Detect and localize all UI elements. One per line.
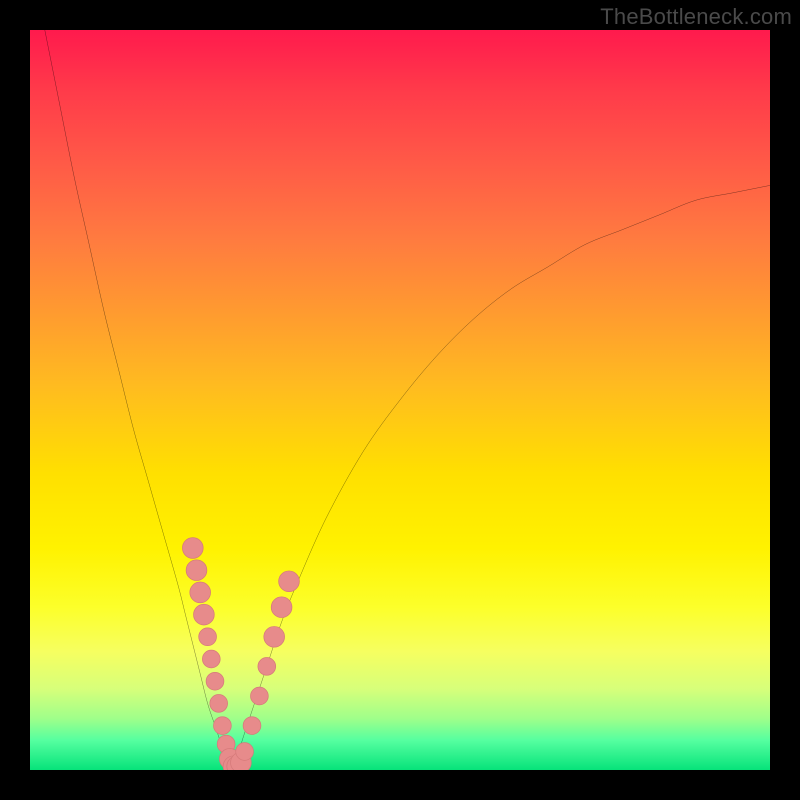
watermark-text: TheBottleneck.com: [600, 4, 792, 30]
data-marker: [202, 650, 220, 668]
data-marker: [182, 538, 203, 559]
data-marker: [210, 695, 228, 713]
curve-layer: [30, 30, 770, 770]
data-marker: [199, 628, 217, 646]
data-marker: [279, 571, 300, 592]
data-marker: [243, 717, 261, 735]
data-marker: [214, 717, 232, 735]
data-marker: [236, 743, 254, 761]
data-marker: [264, 626, 285, 647]
data-marker: [186, 560, 207, 581]
data-marker: [194, 604, 215, 625]
data-marker: [258, 658, 276, 676]
data-marker: [190, 582, 211, 603]
bottleneck-curve: [230, 185, 770, 770]
plot-frame: [30, 30, 770, 770]
data-marker: [271, 597, 292, 618]
data-marker: [251, 687, 269, 705]
data-marker: [206, 672, 224, 690]
